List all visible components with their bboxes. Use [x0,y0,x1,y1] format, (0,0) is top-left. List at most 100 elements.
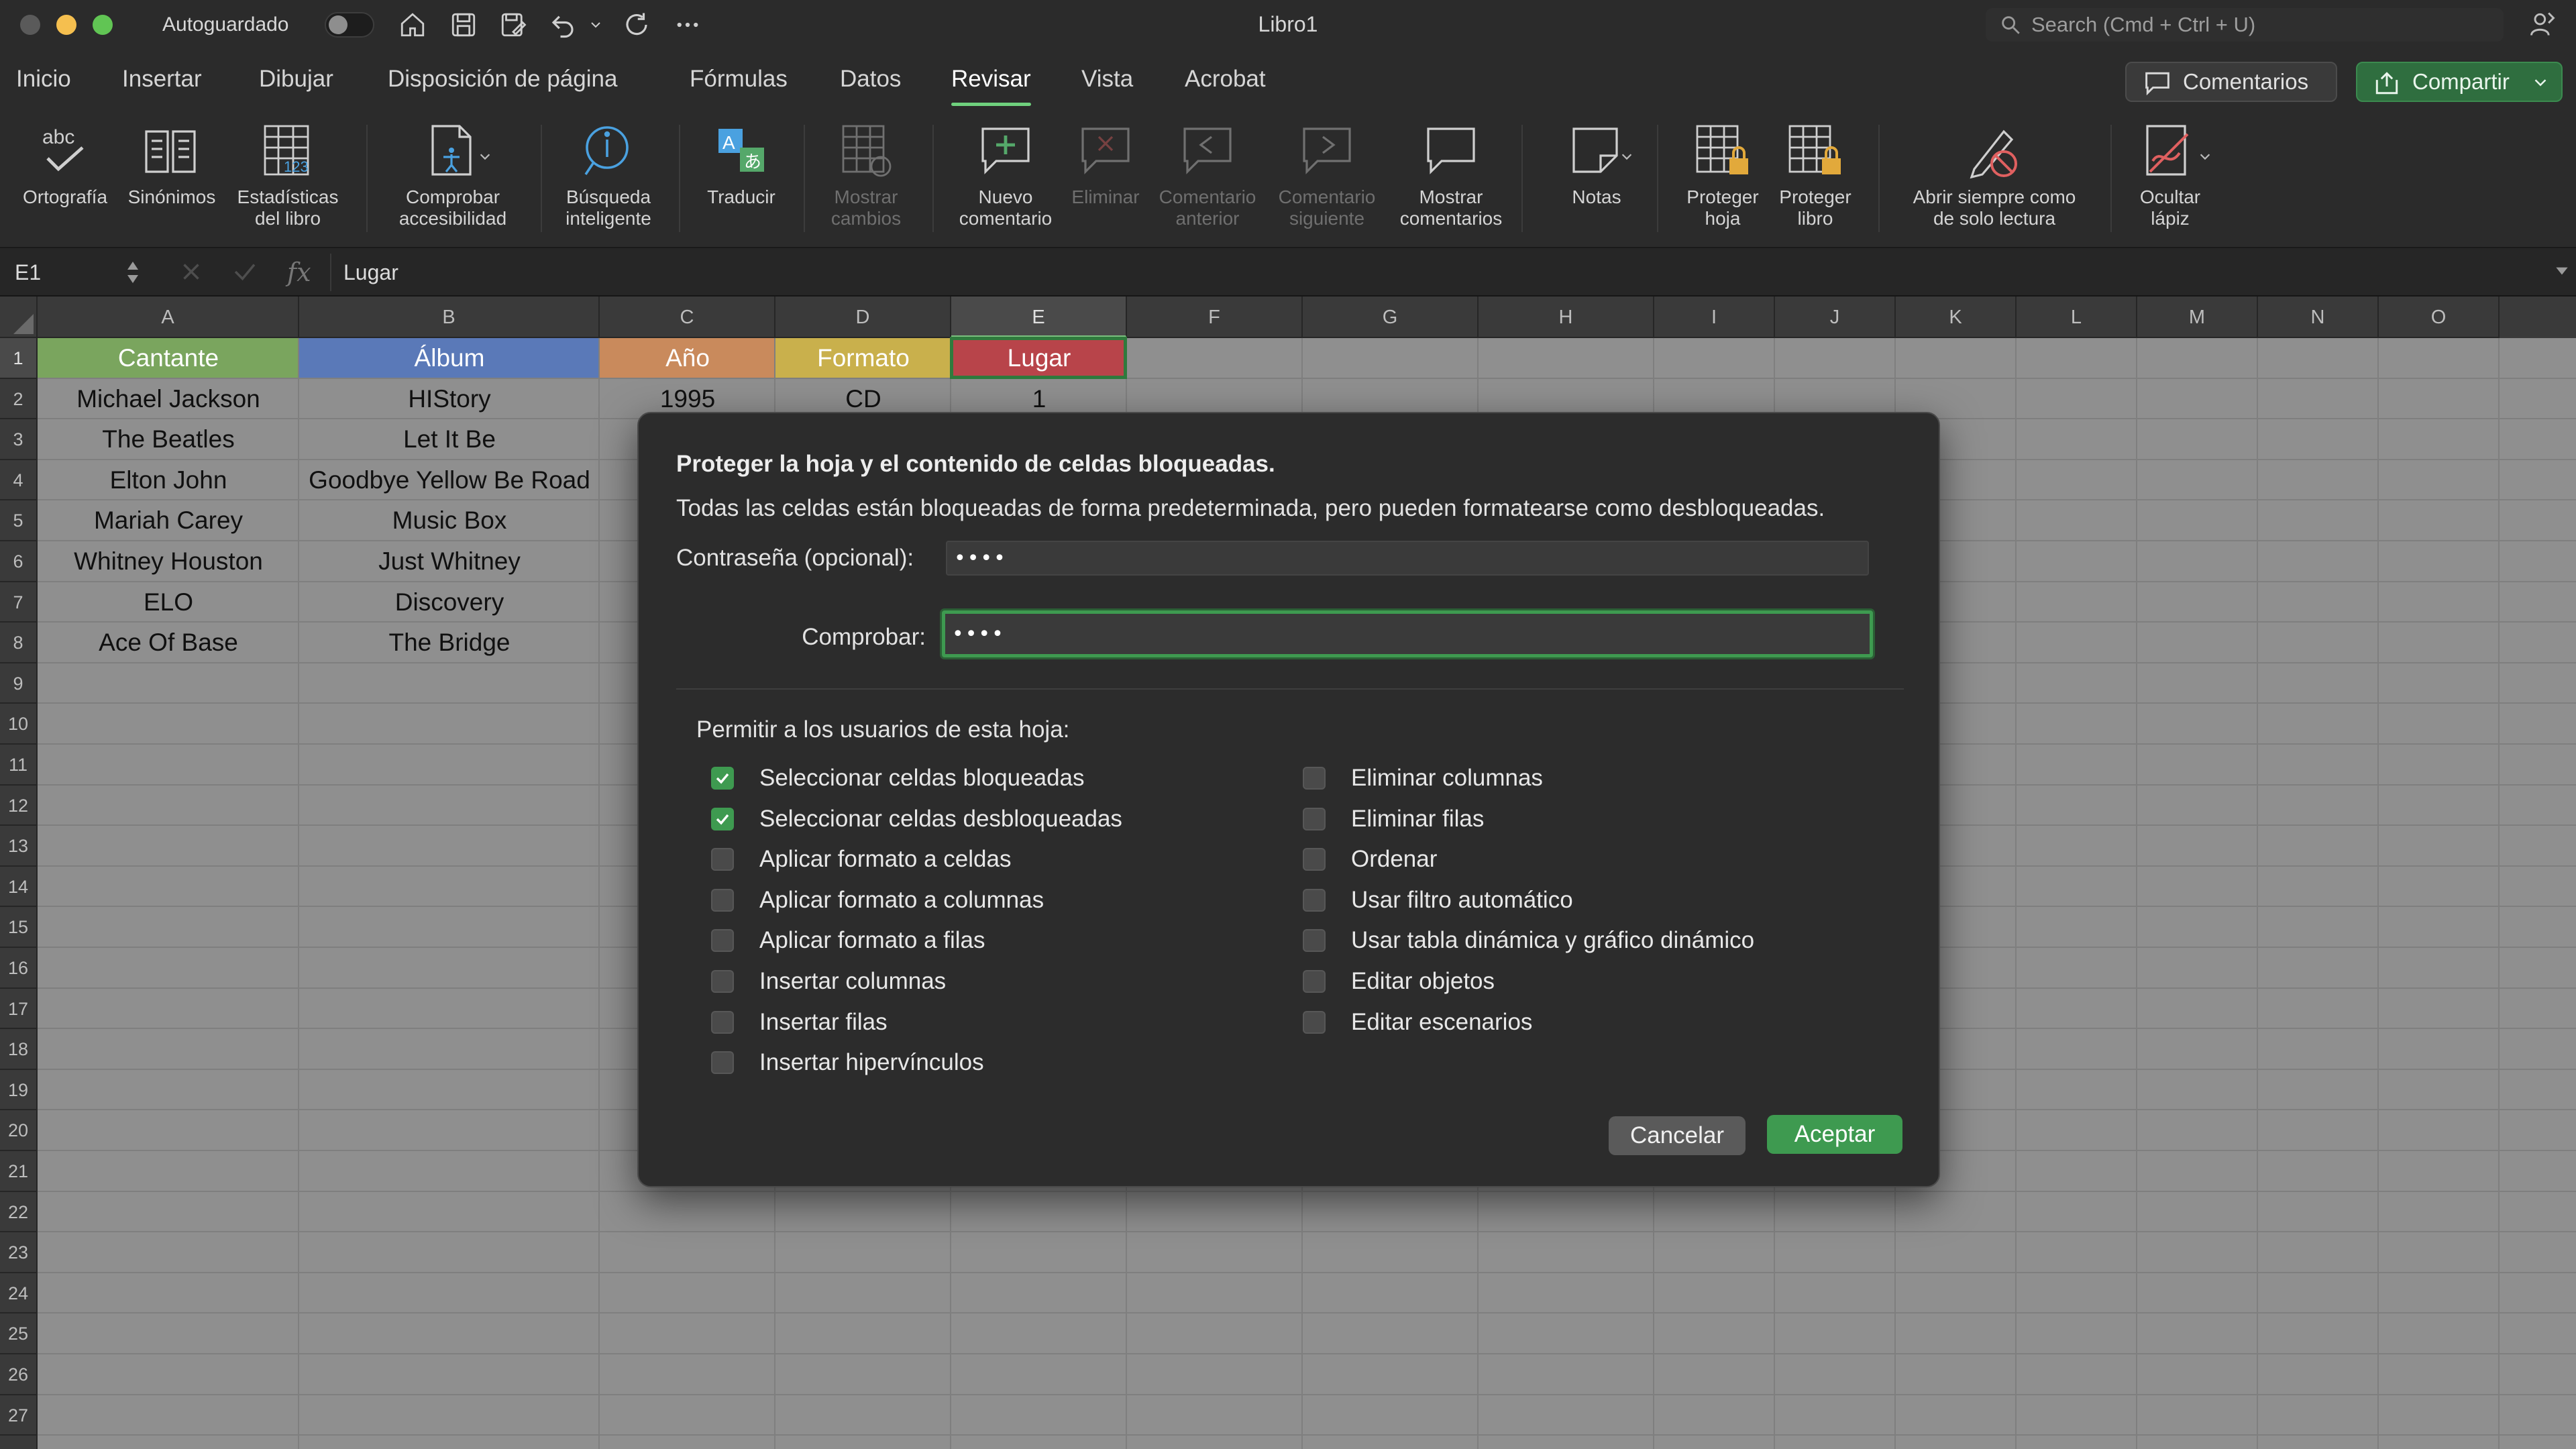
tab-acrobat[interactable]: Acrobat [1185,66,1266,93]
accessibility-dropdown-chevron-icon[interactable] [478,149,492,164]
hide-ink-dropdown-chevron-icon[interactable] [2198,149,2212,164]
row-header[interactable]: 15 [0,907,38,948]
table-cell[interactable]: The Beatles [38,419,299,460]
row-header[interactable]: 25 [0,1313,38,1354]
home-icon[interactable] [398,11,427,39]
chevron-down-icon[interactable] [2530,71,2551,94]
row-header[interactable]: 23 [0,1232,38,1273]
checkbox-unchecked[interactable] [1303,1010,1326,1034]
permission-checkbox-row[interactable]: Editar objetos [1303,967,1495,996]
name-box[interactable]: E1 [7,255,148,290]
column-header[interactable]: K [1896,297,2017,338]
table-cell[interactable]: Goodbye Yellow Be Road [299,460,600,501]
header-cell[interactable]: Formato [775,338,951,379]
column-header[interactable]: D [775,297,951,338]
column-header[interactable]: G [1303,297,1479,338]
show-comments-button[interactable]: Mostrar comentarios [1389,121,1513,229]
row-header[interactable]: 14 [0,866,38,908]
row-header[interactable]: 6 [0,541,38,582]
row-header[interactable]: 1 [0,338,38,379]
row-header[interactable]: 28 [0,1436,38,1449]
share-button[interactable]: Compartir [2356,62,2563,102]
previous-comment-button[interactable]: Comentario anterior [1148,121,1267,229]
tab-inicio[interactable]: Inicio [16,66,71,93]
row-header[interactable]: 13 [0,826,38,867]
checkbox-unchecked[interactable] [1303,888,1326,912]
row-header[interactable]: 19 [0,1069,38,1111]
new-comment-button[interactable]: Nuevo comentario [942,121,1069,229]
delete-comment-button[interactable]: Eliminar [1064,121,1147,208]
ok-button[interactable]: Aceptar [1767,1115,1902,1154]
permission-checkbox-row[interactable]: Insertar hipervínculos [711,1048,984,1077]
permission-checkbox-row[interactable]: Usar filtro automático [1303,885,1573,915]
row-header[interactable]: 10 [0,704,38,745]
permission-checkbox-row[interactable]: Aplicar formato a columnas [711,885,1044,915]
tab-dibujar[interactable]: Dibujar [259,66,333,93]
row-header[interactable]: 17 [0,988,38,1030]
table-cell[interactable]: Whitney Houston [38,541,299,582]
redo-icon[interactable] [623,11,651,39]
checkbox-checked[interactable] [711,767,734,790]
column-header[interactable]: J [1775,297,1896,338]
checkbox-checked[interactable] [711,807,734,830]
permission-checkbox-row[interactable]: Insertar filas [711,1008,888,1037]
checkbox-unchecked[interactable] [711,929,734,953]
column-header[interactable]: L [2017,297,2137,338]
column-header[interactable]: A [38,297,299,338]
column-header[interactable]: M [2137,297,2258,338]
column-header[interactable]: H [1479,297,1654,338]
name-box-stepper-icon[interactable] [125,259,141,286]
comments-button[interactable]: Comentarios [2125,62,2337,102]
checkbox-unchecked[interactable] [711,1010,734,1034]
share-person-icon[interactable] [2528,9,2557,39]
row-header[interactable]: 2 [0,378,38,420]
permission-checkbox-row[interactable]: Eliminar filas [1303,804,1484,834]
row-header[interactable]: 11 [0,745,38,786]
protect-sheet-button[interactable]: Proteger hoja [1668,121,1778,229]
smart-lookup-button[interactable]: Búsqueda inteligente [549,121,668,229]
row-header[interactable]: 4 [0,460,38,501]
close-window-button[interactable] [20,15,40,35]
permission-checkbox-row[interactable]: Ordenar [1303,845,1437,874]
table-cell[interactable]: Music Box [299,500,600,541]
always-open-read-only-button[interactable]: Abrir siempre como de solo lectura [1886,121,2102,229]
permission-checkbox-row[interactable]: Seleccionar celdas desbloqueadas [711,804,1122,834]
row-header[interactable]: 18 [0,1029,38,1070]
row-header[interactable]: 7 [0,582,38,623]
protect-workbook-button[interactable]: Proteger libro [1763,121,1868,229]
undo-dropdown-chevron-icon[interactable] [588,11,604,39]
permission-checkbox-row[interactable]: Eliminar columnas [1303,763,1543,793]
expand-formula-bar-icon[interactable] [2553,262,2571,279]
checkbox-unchecked[interactable] [711,848,734,871]
row-header[interactable]: 22 [0,1191,38,1233]
permission-checkbox-row[interactable]: Seleccionar celdas bloqueadas [711,763,1085,793]
check-accessibility-button[interactable]: Comprobar accesibilidad [376,121,530,229]
checkbox-unchecked[interactable] [1303,807,1326,830]
tab-disposicion-de-pagina[interactable]: Disposición de página [388,66,617,93]
undo-icon[interactable] [549,11,577,39]
checkbox-unchecked[interactable] [1303,767,1326,790]
table-cell[interactable]: Just Whitney [299,541,600,582]
permission-checkbox-row[interactable]: Editar escenarios [1303,1008,1532,1037]
save-icon[interactable] [449,11,478,39]
insert-function-icon[interactable]: fx [287,258,311,287]
row-header[interactable]: 8 [0,623,38,663]
checkbox-unchecked[interactable] [711,970,734,993]
show-changes-button[interactable]: Mostrar cambios [809,121,923,229]
checkbox-unchecked[interactable] [1303,970,1326,993]
header-cell[interactable]: Año [600,338,775,379]
row-header[interactable]: 9 [0,663,38,704]
checkbox-unchecked[interactable] [711,1051,734,1075]
search-box[interactable] [1986,8,2504,42]
autosave-toggle[interactable] [325,12,374,38]
row-header[interactable]: 24 [0,1273,38,1314]
tab-datos[interactable]: Datos [840,66,901,93]
table-cell[interactable]: Michael Jackson [38,379,299,420]
zoom-window-button[interactable] [93,15,113,35]
column-header[interactable]: C [600,297,775,338]
notes-dropdown-chevron-icon[interactable] [1619,149,1634,164]
permission-checkbox-row[interactable]: Aplicar formato a filas [711,926,985,955]
workbook-statistics-button[interactable]: 123 Estadísticas del libro [225,121,350,229]
column-header[interactable]: F [1127,297,1303,338]
table-cell[interactable]: Let It Be [299,419,600,460]
